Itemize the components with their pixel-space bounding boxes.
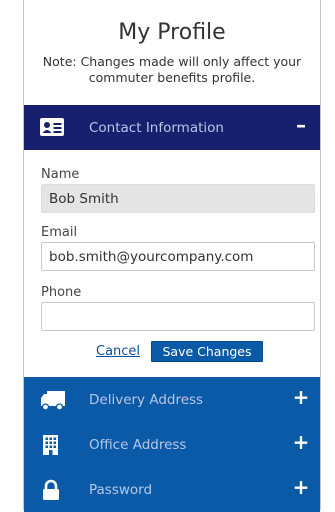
collapse-icon[interactable]: – [292, 115, 310, 135]
section-header-contact-information[interactable]: Contact Information – [24, 105, 320, 150]
cancel-link[interactable]: Cancel [96, 344, 140, 359]
phone-field[interactable] [41, 302, 315, 331]
name-label: Name [41, 167, 80, 182]
section-header-delivery-address[interactable]: Delivery Address + [24, 377, 320, 422]
page-title: My Profile [118, 20, 226, 45]
profile-note: Note: Changes made will only affect your… [42, 54, 302, 85]
expand-icon[interactable]: + [292, 387, 310, 407]
truck-icon [40, 389, 65, 411]
section-label-password: Password [89, 481, 153, 498]
email-label: Email [41, 225, 78, 240]
section-label-office-address: Office Address [89, 436, 187, 453]
lock-icon [40, 479, 64, 501]
email-field[interactable] [41, 242, 315, 271]
section-label-delivery-address: Delivery Address [89, 391, 204, 408]
expand-icon[interactable]: + [292, 477, 310, 497]
profile-panel: My Profile Note: Changes made will only … [23, 0, 321, 512]
phone-label: Phone [41, 285, 82, 300]
save-changes-button[interactable]: Save Changes [151, 341, 263, 362]
contact-card-icon [40, 117, 64, 139]
name-field [41, 184, 315, 213]
section-label-contact-information: Contact Information [89, 119, 224, 136]
section-header-office-address[interactable]: Office Address + [24, 422, 320, 467]
office-building-icon [40, 434, 64, 456]
expand-icon[interactable]: + [292, 432, 310, 452]
section-header-password[interactable]: Password + [24, 467, 320, 512]
